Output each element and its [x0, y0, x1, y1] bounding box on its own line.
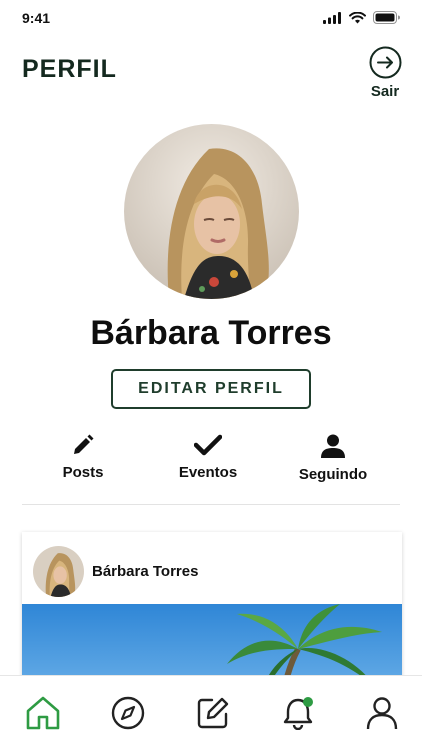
edit-icon — [197, 697, 229, 729]
notification-badge — [303, 697, 313, 707]
edit-profile-button[interactable]: EDITAR PERFIL — [111, 369, 311, 409]
profile-photo — [124, 124, 299, 299]
bell-icon — [283, 697, 313, 730]
person-icon — [321, 434, 345, 458]
page-title: PERFIL — [22, 55, 117, 83]
wifi-icon — [349, 11, 366, 23]
logout-button[interactable]: Sair — [368, 46, 402, 100]
tab-create[interactable] — [194, 694, 232, 732]
stat-following-label: Seguindo — [298, 466, 368, 483]
user-icon — [366, 697, 398, 730]
logout-arrow-icon — [369, 46, 401, 79]
stat-posts[interactable]: Posts — [23, 434, 143, 481]
home-icon — [26, 696, 60, 730]
status-time: 9:41 — [22, 10, 51, 26]
tab-notifications[interactable] — [279, 694, 317, 732]
tab-home[interactable] — [24, 694, 62, 732]
tab-bar — [0, 675, 422, 750]
stat-events-label: Eventos — [178, 464, 238, 481]
profile-stats: Posts Eventos Seguindo — [22, 434, 400, 494]
post-header: Bárbara Torres — [22, 532, 402, 604]
divider — [22, 504, 400, 505]
post-card[interactable]: Bárbara Torres — [22, 532, 402, 692]
signal-icon — [323, 11, 341, 24]
profile-avatar[interactable] — [124, 124, 299, 299]
status-icons — [323, 11, 400, 24]
stat-events[interactable]: Eventos — [148, 434, 268, 481]
profile-name: Bárbara Torres — [90, 314, 332, 352]
logout-label: Sair — [370, 83, 400, 100]
post-author-avatar[interactable] — [33, 546, 84, 597]
compass-icon — [111, 696, 145, 730]
tab-profile[interactable] — [363, 694, 401, 732]
battery-icon — [373, 11, 400, 24]
pencil-icon — [74, 434, 94, 454]
stat-posts-label: Posts — [62, 464, 104, 481]
post-author-name: Bárbara Torres — [92, 563, 199, 580]
check-icon — [194, 434, 222, 456]
tab-explore[interactable] — [109, 694, 147, 732]
stat-following[interactable]: Seguindo — [273, 434, 393, 483]
post-author-photo — [33, 546, 84, 597]
status-bar: 9:41 — [0, 0, 422, 40]
